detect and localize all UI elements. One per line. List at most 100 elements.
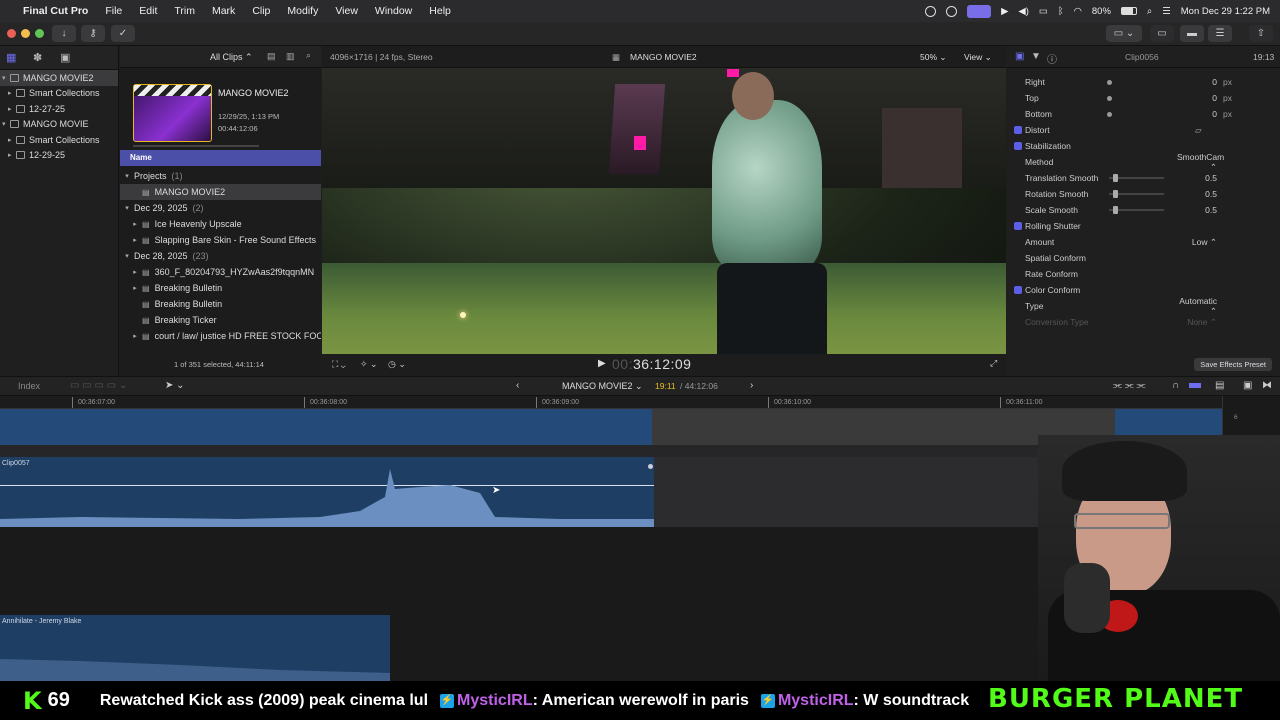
inspector-section[interactable]: Rolling Shutter — [1007, 218, 1280, 234]
inspector-section[interactable]: Stabilization — [1007, 138, 1280, 154]
keywords-button[interactable]: ⚷ — [81, 25, 105, 42]
audio-tools-icons[interactable]: ⫘ ⫘ ⫘ — [1113, 380, 1146, 391]
play-button[interactable]: ▶ — [598, 358, 606, 369]
video-inspector-icon[interactable]: ▣ — [1015, 51, 1024, 62]
disclosure-triangle-icon[interactable]: ▾ — [120, 172, 134, 180]
view-menu[interactable]: View ⌄ — [964, 52, 992, 63]
param-slider[interactable] — [1109, 174, 1164, 182]
share-button[interactable]: ⇧ — [1249, 25, 1273, 42]
clip-row[interactable]: ▸ ▤ Breaking Bulletin — [120, 280, 321, 296]
menu-mark[interactable]: Mark — [212, 5, 235, 17]
display-icon[interactable]: ▭ — [1039, 6, 1048, 17]
inspector-param[interactable]: Right 0 px — [1007, 74, 1280, 90]
project-card[interactable]: MANGO MOVIE2 12/29/25, 1:13 PM 00:44:12:… — [120, 68, 321, 150]
forward-icon[interactable]: › — [750, 380, 753, 391]
info-inspector-icon[interactable]: ⓘ — [1047, 51, 1057, 66]
menu-trim[interactable]: Trim — [174, 5, 195, 17]
workspace-menu-button[interactable]: ▭ ⌄ — [1106, 25, 1142, 42]
snapping-icon[interactable] — [1189, 383, 1201, 388]
param-value[interactable]: 0 — [1177, 93, 1217, 103]
control-center-icon[interactable]: ☰ — [1162, 6, 1171, 17]
edit-buttons[interactable]: ▭ ▭ ▭ ▭ ⌄ — [70, 380, 127, 391]
disclosure-triangle-icon[interactable]: ▸ — [8, 89, 16, 97]
audio-clip[interactable]: Clip0057 ➤ — [0, 457, 654, 527]
import-button[interactable]: ↓ — [52, 25, 76, 42]
inspector-param[interactable]: Top 0 px — [1007, 90, 1280, 106]
inspector-param[interactable]: Type Automatic ⌃ — [1007, 296, 1280, 316]
battery-icon[interactable] — [1120, 7, 1137, 15]
clip-row[interactable]: ▸ ▤ court / law/ justice HD FREE STOCK FOO — [120, 328, 321, 344]
speed-icon[interactable]: ◷ ⌄ — [388, 359, 406, 370]
titles-generators-icon[interactable]: ▣ — [60, 51, 70, 64]
clip-filter-select[interactable]: All Clips ⌃ — [210, 52, 253, 63]
headphones-icon[interactable]: ∩ — [1172, 380, 1179, 391]
enhance-icon[interactable]: ✧ ⌄ — [360, 359, 378, 370]
inspector-section[interactable]: Spatial Conform — [1007, 250, 1280, 266]
menu-file[interactable]: File — [105, 5, 122, 17]
project-menu[interactable]: MANGO MOVIE2 ⌄ — [562, 381, 643, 392]
back-icon[interactable]: ‹ — [516, 380, 519, 391]
disclosure-triangle-icon[interactable]: ▸ — [8, 151, 16, 159]
inspector-section[interactable]: Color Conform — [1007, 282, 1280, 298]
disclosure-triangle-icon[interactable]: ▸ — [8, 105, 16, 113]
param-value[interactable]: 0.5 — [1177, 205, 1217, 215]
menu-clip[interactable]: Clip — [252, 5, 270, 17]
param-value[interactable]: 0.5 — [1177, 173, 1217, 183]
show-inspector-button[interactable]: ☰ — [1208, 25, 1232, 42]
music-clip[interactable]: Annihilate - Jeremy Blake — [0, 615, 390, 681]
disclosure-triangle-icon[interactable]: ▸ — [128, 236, 142, 244]
param-slider[interactable] — [1109, 190, 1164, 198]
event-group[interactable]: ▾ Dec 28, 2025 (23) — [120, 248, 321, 264]
sidebar-item[interactable]: ▸ 12-27-25 — [0, 101, 118, 117]
clip-row[interactable]: ▤ MANGO MOVIE2 — [120, 184, 321, 200]
disclosure-triangle-icon[interactable]: ▸ — [128, 332, 142, 340]
select-tool-icon[interactable]: ➤ ⌄ — [165, 380, 185, 391]
clip-row[interactable]: ▤ Breaking Ticker — [120, 312, 321, 328]
clip-row[interactable]: ▸ ▤ 360_F_80204793_HYZwAas2f9tqqnMN — [120, 264, 321, 280]
sidebar-item[interactable]: ▸ Smart Collections — [0, 132, 118, 148]
disclosure-triangle-icon[interactable]: ▾ — [2, 74, 10, 82]
show-timeline-button[interactable]: ▬ — [1180, 25, 1204, 42]
enable-checkbox[interactable] — [1014, 286, 1022, 294]
disclosure-triangle-icon[interactable]: ▸ — [128, 284, 142, 292]
disclosure-triangle-icon[interactable]: ▾ — [120, 252, 134, 260]
libraries-icon[interactable]: ▦ — [6, 51, 16, 64]
volume-icon[interactable]: ◀) — [1018, 6, 1028, 17]
param-value[interactable]: 0 — [1177, 109, 1217, 119]
app-name-menu[interactable]: Final Cut Pro — [23, 5, 88, 17]
event-group[interactable]: ▾ Projects (1) — [120, 168, 321, 184]
disclosure-triangle-icon[interactable]: ▾ — [120, 204, 134, 212]
play-icon[interactable]: ▶ — [1001, 6, 1008, 17]
sidebar-item[interactable]: ▸ Smart Collections — [0, 86, 118, 102]
clip-appearance-icon[interactable]: ▤ — [267, 51, 276, 62]
search-icon[interactable]: ⌕ — [306, 50, 311, 61]
photos-audio-icon[interactable]: ✽ — [33, 51, 42, 64]
disclosure-triangle-icon[interactable]: ▸ — [8, 136, 16, 144]
clip-row[interactable]: ▤ Breaking Bulletin — [120, 296, 321, 312]
clip-appearance-icon[interactable]: ▤ — [1215, 380, 1224, 391]
show-browser-button[interactable]: ▭ — [1150, 25, 1174, 42]
bluetooth-icon[interactable]: ᛒ — [1058, 6, 1064, 17]
menu-view[interactable]: View — [335, 5, 358, 17]
slider-knob[interactable] — [1113, 174, 1118, 182]
background-tasks-button[interactable]: ✓ — [111, 25, 135, 42]
clip-row[interactable]: ▸ ▤ Slapping Bare Skin - Free Sound Effect… — [120, 232, 321, 248]
fullscreen-icon[interactable]: ⤢ — [990, 358, 997, 369]
inspector-section[interactable]: Rate Conform — [1007, 266, 1280, 282]
enable-checkbox[interactable] — [1014, 142, 1022, 150]
param-value[interactable]: Low ⌃ — [1177, 237, 1217, 248]
color-wheel-icon[interactable] — [946, 5, 958, 17]
menu-help[interactable]: Help — [429, 5, 451, 17]
slider-knob[interactable] — [1113, 190, 1118, 198]
timecode-display[interactable]: 00:36:12:09 — [612, 356, 691, 372]
zoom-select[interactable]: 50% ⌄ — [920, 52, 947, 63]
sidebar-item[interactable]: ▾ MANGO MOVIE — [0, 117, 118, 133]
param-value[interactable]: 0 — [1177, 77, 1217, 87]
filter-inspector-icon[interactable]: ▼ — [1031, 51, 1041, 62]
inspector-param[interactable]: Method SmoothCam ⌃ — [1007, 152, 1280, 172]
param-value[interactable]: 0.5 — [1177, 189, 1217, 199]
inspector-param[interactable]: Amount Low ⌃ — [1007, 234, 1280, 250]
disclosure-triangle-icon[interactable]: ▾ — [2, 120, 10, 128]
disclosure-triangle-icon[interactable]: ▸ — [128, 268, 142, 276]
keyframe-dot[interactable] — [648, 464, 653, 469]
